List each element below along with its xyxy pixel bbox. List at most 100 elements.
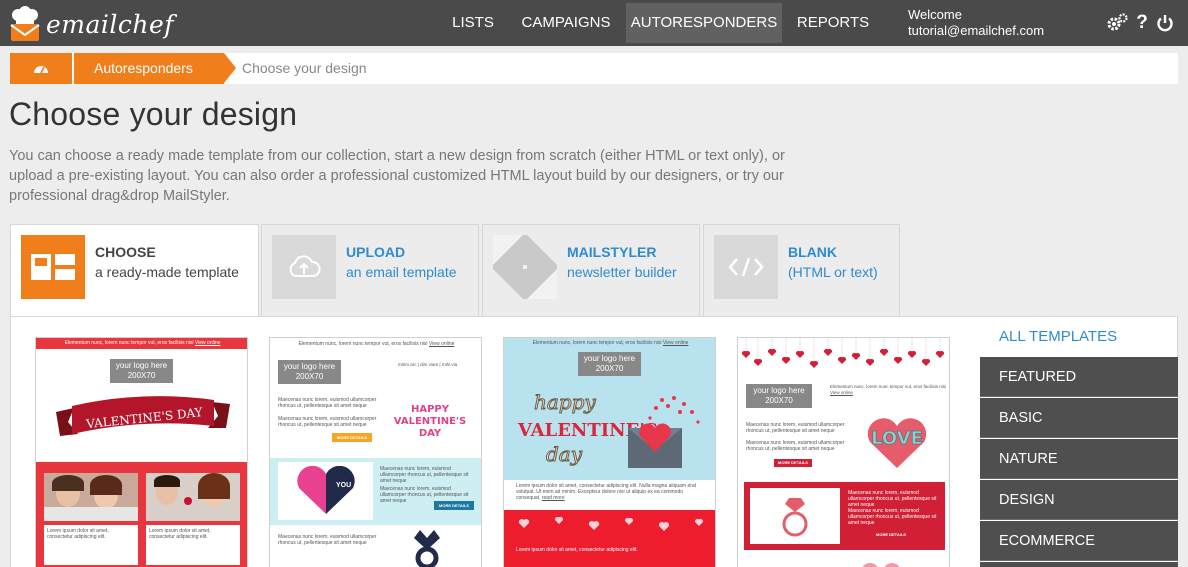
logo-text: your logo here [283, 362, 336, 371]
small-hearts [862, 563, 900, 567]
help-icon[interactable]: ? [1134, 12, 1150, 34]
category-featured[interactable]: FEATURED [980, 357, 1178, 397]
ring-icon [782, 498, 808, 537]
template-card-valentine-love[interactable]: your logo here 200X70 Elementum nunc, lor… [737, 337, 950, 567]
template-heart-box: YOU [278, 462, 373, 520]
ring-box [750, 488, 840, 544]
template-card-valentine-cyan[interactable]: Elementum nunc, lorem nunc tempor vut, e… [503, 337, 716, 567]
category-nature[interactable]: NATURE [980, 439, 1178, 479]
template-text-3: Maecenas nunc lorem, euismod ullamcorper… [848, 490, 937, 508]
settings-gears-icon[interactable] [1106, 12, 1128, 34]
mailstyler-icon [493, 235, 557, 299]
breadcrumb-home[interactable] [10, 53, 72, 84]
template-more-button-2: MORE DETAILS [434, 501, 474, 510]
template-red-section: Maecenas nunc lorem, euismod ullamcorper… [744, 482, 945, 550]
breadcrumb-autoresponders[interactable]: Autoresponders [74, 53, 224, 84]
logo-text: your logo here [583, 354, 636, 363]
template-text-4: Maecenas nunc lorem, euismod ullamcorper… [848, 508, 937, 526]
all-templates-link[interactable]: ALL TEMPLATES [980, 318, 1178, 356]
view-online-link: View online [662, 340, 689, 346]
heart-graphic [297, 466, 355, 514]
tab-blank[interactable]: BLANK (HTML or text) [703, 224, 900, 316]
tab-choose-template[interactable]: CHOOSE a ready-made template [10, 224, 259, 317]
page-title: Choose your design [9, 96, 298, 132]
heart-text: YOU [336, 482, 352, 489]
tab-mailstyler-subtitle: newsletter builder [567, 264, 677, 280]
template-preheader: Elementum nunc, lorem nunc tempor vut, e… [830, 384, 949, 396]
view-online-link: View online [830, 390, 853, 395]
couple-photo-1 [44, 473, 138, 521]
cloud-upload-icon [272, 235, 336, 299]
read-more-link: read more [541, 495, 565, 501]
template-red-section: Lorem ipsum dolor sit amet, consectetur … [504, 510, 715, 567]
nav-lists[interactable]: LISTS [441, 3, 505, 43]
template-headline-3: day [545, 442, 583, 467]
template-preheader: Elementum nunc, lorem nunc tempor vut, e… [36, 338, 247, 349]
template-text-1: Lorem ipsum dolor sit amet, consectetur … [47, 528, 109, 540]
emailchef-logo[interactable]: emailchef [8, 4, 174, 44]
category-basic[interactable]: BASIC [980, 398, 1178, 438]
category-design[interactable]: DESIGN [980, 480, 1178, 520]
template-card-valentine-red[interactable]: Elementum nunc, lorem nunc tempor vut, e… [35, 337, 248, 567]
view-online-link: View online [194, 340, 221, 346]
template-text-box-2: Lorem ipsum dolor sit amet, consectetur … [146, 525, 240, 565]
category-ecommerce[interactable]: ECOMMERCE [980, 521, 1178, 561]
tab-choose-title: CHOOSE [95, 244, 156, 260]
template-logo-placeholder: your logo here 200X70 [278, 360, 341, 384]
breadcrumb-arrow [224, 53, 236, 83]
template-grid-icon [21, 235, 85, 299]
logout-power-icon[interactable] [1155, 12, 1175, 34]
ring-graphic [414, 530, 440, 567]
template-text-1: Maecenas nunc lorem, euismod ullamcorper… [746, 422, 845, 434]
hearts-pattern [518, 516, 704, 531]
tab-upload-subtitle: an email template [346, 264, 457, 280]
template-more-link: MORE DETAILS [876, 532, 906, 537]
nav-autoresponders[interactable]: AUTORESPONDERS [626, 3, 782, 43]
template-text-1: Lorem ipsum dolor sit amet, consectetur … [504, 480, 715, 504]
chef-hat-envelope-icon [8, 6, 42, 42]
logo-size: 200X70 [765, 396, 793, 405]
template-card-valentine-light[interactable]: Elementum nunc, lorem nunc tempor vut, e… [269, 337, 482, 567]
nav-campaigns[interactable]: CAMPAIGNS [514, 3, 618, 43]
preheader-text: Elementum nunc, lorem nunc tempor vut, e… [64, 340, 194, 346]
template-preheader: Elementum nunc, lorem nunc tempor vut, e… [270, 341, 481, 347]
template-logo-placeholder: your logo here 200X70 [578, 352, 641, 376]
code-icon [714, 235, 778, 299]
tab-mailstyler-title: MAILSTYLER [567, 244, 657, 260]
template-more-button: MORE DETAILS [774, 459, 812, 467]
template-text-box-1: Lorem ipsum dolor sit amet, consectetur … [44, 525, 138, 565]
couple-photo-2 [146, 473, 240, 521]
hanging-hearts-decoration [741, 338, 945, 368]
tab-mailstyler[interactable]: MAILSTYLER newsletter builder [482, 224, 700, 316]
template-logo-placeholder: your logo here 200X70 [110, 359, 173, 383]
welcome-message: Welcome tutorial@emailchef.com [908, 7, 1044, 39]
user-email: tutorial@emailchef.com [908, 23, 1045, 38]
tab-upload-title: UPLOAD [346, 244, 406, 260]
template-logo-placeholder: your logo here 200X70 [746, 384, 812, 408]
welcome-label: Welcome [908, 7, 962, 22]
breadcrumb: Autoresponders Choose your design [10, 53, 1178, 84]
logo-text: your logo here [753, 386, 805, 395]
template-text-1: Maecenas nunc lorem, euismod ullamcorper… [278, 397, 377, 409]
preheader-text: Elementum nunc, lorem nunc tempor vut, e… [830, 384, 947, 389]
template-text-3: Maecenas nunc lorem, euismod ullamcorper… [380, 466, 469, 484]
envelope-heart-graphic [628, 396, 700, 468]
template-preheader: Elementum nunc, lorem nunc tempor vut, e… [504, 340, 715, 346]
dashboard-icon [34, 66, 48, 74]
template-text-band: Lorem ipsum dolor sit amet, consectetur … [504, 480, 715, 510]
preheader-text: Elementum nunc, lorem nunc tempor vut, e… [298, 341, 428, 347]
template-links: mirim arc | dim viam | mihi via [398, 362, 458, 367]
preheader-text: Elementum nunc, lorem nunc tempor vut, e… [532, 340, 662, 346]
tab-blank-subtitle: (HTML or text) [788, 264, 878, 280]
logo-size: 200X70 [295, 372, 324, 381]
breadcrumb-current: Choose your design [242, 60, 367, 76]
template-text-2: Lorem ipsum dolor sit amet, consectetur … [149, 528, 211, 540]
template-more-button: MORE DETAILS [332, 433, 372, 442]
template-text-2: Maecenas nunc lorem, euismod ullamcorper… [746, 440, 845, 452]
logo-size: 200X70 [595, 364, 624, 373]
tab-upload-template[interactable]: UPLOAD an email template [261, 224, 479, 316]
nav-reports[interactable]: REPORTS [790, 3, 876, 43]
logo-text: your logo here [115, 361, 168, 370]
template-headline-1: happy [534, 390, 597, 415]
template-text-2: Maecenas nunc lorem, euismod ullamcorper… [278, 416, 377, 428]
